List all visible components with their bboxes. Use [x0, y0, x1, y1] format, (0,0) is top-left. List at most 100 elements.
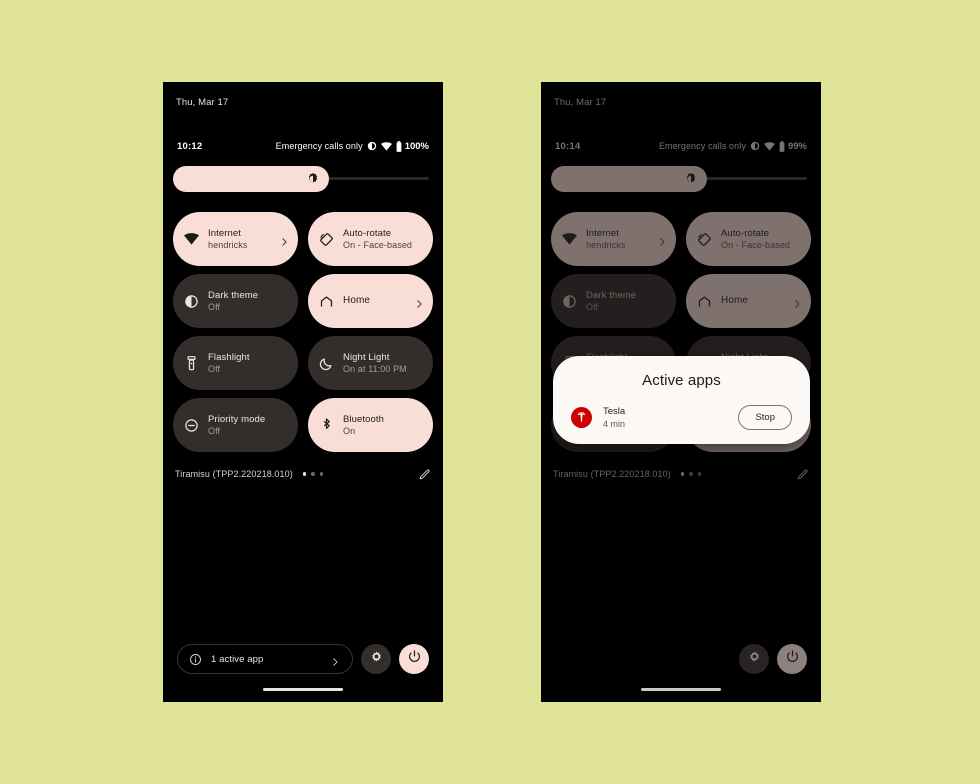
page-dot[interactable]	[319, 472, 324, 476]
home-indicator	[263, 688, 343, 691]
bottom-bar	[555, 644, 807, 674]
tesla-logo-icon	[571, 407, 592, 428]
tile-flashlight[interactable]: Flashlight Off	[173, 336, 298, 390]
tile-sublabel: hendricks	[208, 239, 248, 250]
night-light-icon	[318, 355, 335, 372]
tile-text: Auto-rotate On - Face-based	[721, 228, 790, 251]
tile-text: Home	[343, 295, 370, 307]
auto-rotate-icon	[696, 231, 713, 248]
gear-icon	[369, 649, 384, 669]
tile-home[interactable]: Home	[686, 274, 811, 328]
status-bar: 10:12 Emergency calls only 100%	[163, 139, 443, 153]
brightness-slider[interactable]	[551, 166, 807, 192]
tile-auto-rotate[interactable]: Auto-rotate On - Face-based	[686, 212, 811, 266]
dnd-icon	[367, 141, 377, 151]
auto-rotate-icon	[318, 231, 335, 248]
tile-sublabel: Off	[586, 301, 599, 312]
tile-text: Home	[721, 295, 748, 307]
priority-icon	[183, 417, 200, 434]
home-indicator	[641, 688, 721, 691]
screenshot-stage: Thu, Mar 17 10:12 Emergency calls only 1…	[0, 0, 980, 784]
quick-settings-screen: Thu, Mar 17 10:12 Emergency calls only 1…	[163, 82, 443, 702]
tile-text: Bluetooth On	[343, 414, 384, 437]
pencil-icon[interactable]	[796, 468, 809, 481]
tile-auto-rotate[interactable]: Auto-rotate On - Face-based	[308, 212, 433, 266]
tile-text: Dark theme Off	[208, 290, 258, 313]
bottom-bar: 1 active app	[177, 644, 429, 674]
page-dot[interactable]	[689, 472, 693, 476]
tile-priority-mode[interactable]: Priority mode Off	[173, 398, 298, 452]
chevron-right-icon[interactable]	[792, 296, 802, 308]
tile-text: Priority mode Off	[208, 414, 265, 437]
build-label: Tiramisu (TPP2.220218.010)	[175, 469, 293, 479]
tile-label: Dark theme	[208, 289, 259, 301]
tile-label: Home	[343, 295, 371, 306]
settings-button[interactable]	[739, 644, 769, 674]
top-date-label: Thu, Mar 17	[176, 97, 229, 108]
tile-night-light[interactable]: Night Light On at 11:00 PM	[308, 336, 433, 390]
active-apps-chip[interactable]: 1 active app	[177, 644, 353, 674]
bluetooth-icon	[318, 417, 335, 434]
tile-sublabel: On - Face-based	[721, 239, 791, 250]
brightness-icon	[684, 172, 698, 186]
app-time-label: 4 min	[603, 418, 626, 429]
gear-icon	[747, 649, 762, 669]
chevron-right-icon[interactable]	[657, 234, 667, 246]
quick-settings-tiles: Internet hendricks Auto-rotate On - Face…	[173, 212, 433, 452]
status-clock: 10:14	[555, 140, 581, 152]
tile-label: Internet	[586, 227, 620, 239]
tile-label: Bluetooth	[343, 413, 385, 425]
app-name-label: Tesla	[603, 405, 626, 417]
app-meta: Tesla 4 min	[603, 406, 625, 430]
tile-sublabel: On at 11:00 PM	[343, 363, 407, 374]
page-dot[interactable]	[311, 472, 315, 476]
page-dot[interactable]	[697, 472, 702, 476]
power-icon	[407, 649, 422, 669]
active-app-row: Tesla 4 min Stop	[553, 405, 810, 430]
tile-text: Dark theme Off	[586, 290, 636, 313]
tile-label: Auto-rotate	[721, 227, 770, 239]
build-label: Tiramisu (TPP2.220218.010)	[553, 469, 671, 479]
page-dots[interactable]	[302, 472, 324, 476]
tile-label: Dark theme	[586, 289, 637, 301]
tile-sublabel: On - Face-based	[343, 239, 413, 250]
brightness-icon	[306, 172, 320, 186]
power-button[interactable]	[399, 644, 429, 674]
tile-dark-theme[interactable]: Dark theme Off	[551, 274, 676, 328]
phone-left: Thu, Mar 17 10:12 Emergency calls only 1…	[163, 82, 443, 702]
status-clock: 10:12	[177, 140, 203, 152]
tile-dark-theme[interactable]: Dark theme Off	[173, 274, 298, 328]
dnd-icon	[750, 141, 760, 151]
tile-internet[interactable]: Internet hendricks	[551, 212, 676, 266]
battery-icon	[396, 140, 402, 152]
tile-text: Internet hendricks	[586, 228, 625, 251]
tile-bluetooth[interactable]: Bluetooth On	[308, 398, 433, 452]
tile-internet[interactable]: Internet hendricks	[173, 212, 298, 266]
chevron-right-icon[interactable]	[414, 296, 424, 308]
tile-sublabel: Off	[208, 363, 221, 374]
quick-settings-screen-dimmed: Thu, Mar 17 10:14 Emergency calls only 9…	[541, 82, 821, 702]
page-dot[interactable]	[680, 472, 685, 476]
settings-button[interactable]	[361, 644, 391, 674]
brightness-slider[interactable]	[173, 166, 429, 192]
page-dots[interactable]	[680, 472, 702, 476]
tile-sublabel: On	[343, 425, 356, 436]
flashlight-icon	[183, 355, 200, 372]
page-dot[interactable]	[302, 472, 307, 476]
top-date-label: Thu, Mar 17	[554, 97, 607, 108]
power-button[interactable]	[777, 644, 807, 674]
chevron-right-icon	[330, 654, 340, 666]
tile-label: Home	[721, 295, 749, 306]
home-icon	[696, 293, 713, 310]
wifi-icon	[763, 141, 775, 151]
pencil-icon[interactable]	[418, 468, 431, 481]
info-icon	[189, 653, 202, 666]
tile-text: Flashlight Off	[208, 352, 250, 375]
tile-label: Auto-rotate	[343, 227, 392, 239]
tile-home[interactable]: Home	[308, 274, 433, 328]
tile-text: Internet hendricks	[208, 228, 247, 251]
home-icon	[318, 293, 335, 310]
chevron-right-icon[interactable]	[279, 234, 289, 246]
tile-sublabel: hendricks	[586, 239, 626, 250]
stop-button[interactable]: Stop	[738, 405, 792, 430]
